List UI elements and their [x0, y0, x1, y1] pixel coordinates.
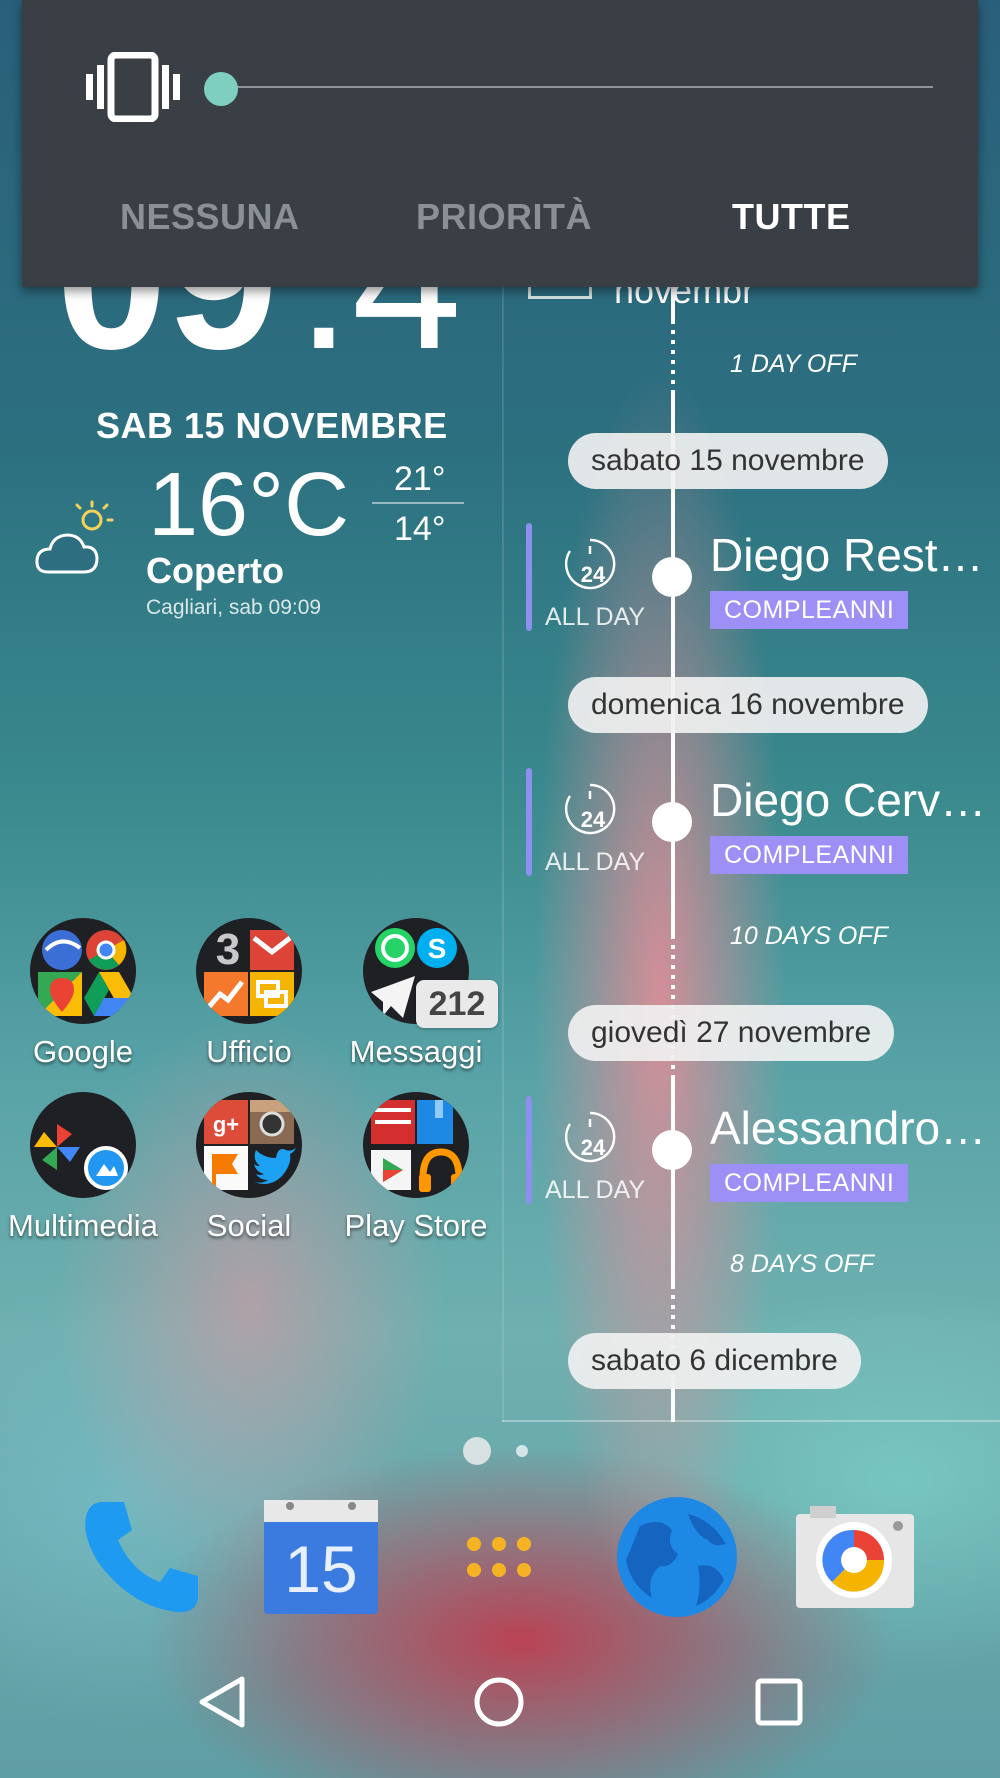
sheets-chart-icon: [204, 972, 248, 1016]
all-day-icon: 24: [564, 538, 616, 590]
volume-panel: NESSUNA PRIORITÀ TUTTE: [22, 0, 978, 287]
folder-google[interactable]: Google: [1, 918, 165, 1070]
event-calendar-tag: COMPLEANNI: [710, 836, 909, 874]
timeline-dot: [652, 802, 692, 842]
back-icon[interactable]: [196, 1675, 250, 1729]
svg-text:S: S: [428, 933, 447, 964]
gmail-icon: [250, 930, 294, 970]
timeline-dot: [652, 1130, 692, 1170]
whatsapp-icon: [375, 928, 415, 968]
volume-slider-track[interactable]: [221, 86, 933, 88]
svg-text:15: 15: [284, 1532, 357, 1606]
mode-all-button[interactable]: TUTTE: [732, 196, 850, 238]
cloudy-sun-icon[interactable]: [34, 498, 116, 578]
event-title[interactable]: Diego Rest…: [710, 528, 990, 582]
folder-label: Messaggi: [349, 1034, 483, 1069]
folder-social[interactable]: g+ Social: [167, 1092, 331, 1244]
event-calendar-tag: COMPLEANNI: [710, 591, 909, 629]
telegram-icon: [371, 976, 415, 1018]
days-off-label: 1 DAY OFF: [730, 350, 857, 378]
svg-text:24: 24: [581, 807, 606, 832]
date-header[interactable]: giovedì 27 novembre: [568, 1005, 895, 1061]
all-day-icon: 24: [564, 783, 616, 835]
play-music-icon: [419, 1148, 463, 1192]
folder-play-store-icon: [363, 1092, 469, 1198]
event-time: ALL DAY: [545, 848, 646, 876]
page-indicator-dot: [516, 1445, 528, 1457]
temperature: 16°C: [148, 455, 350, 555]
instagram-icon: [250, 1100, 294, 1144]
temperature-low: 14°: [394, 510, 446, 548]
earth-icon: [42, 930, 82, 970]
google-plus-icon: g+: [204, 1100, 248, 1144]
folder-ufficio[interactable]: 3 Ufficio: [167, 918, 331, 1070]
svg-text:24: 24: [581, 562, 606, 587]
play-books-icon: [417, 1100, 453, 1144]
date-header[interactable]: sabato 6 dicembre: [568, 1333, 861, 1389]
folder-play-store[interactable]: Play Store: [334, 1092, 498, 1244]
recents-icon[interactable]: [752, 1675, 806, 1729]
svg-text:g+: g+: [213, 1112, 239, 1137]
calendar-divider: [502, 270, 504, 1422]
all-day-icon: 24: [564, 1111, 616, 1163]
app-drawer-icon[interactable]: [438, 1496, 560, 1618]
twitter-icon: [254, 1148, 296, 1184]
play-store-icon: [371, 1150, 411, 1190]
photos-pinwheel-icon: [34, 1124, 80, 1170]
event-title[interactable]: Diego Cervi…: [710, 773, 990, 827]
slides-icon: [250, 972, 294, 1016]
play-movies-icon: [371, 1100, 415, 1144]
vibrate-icon[interactable]: [86, 52, 180, 122]
calendar-widget[interactable]: novembr 1 DAY OFF sabato 15 novembre 24 …: [502, 270, 1000, 1422]
mode-priority-button[interactable]: PRIORITÀ: [416, 196, 592, 238]
drive-icon: [84, 972, 134, 1016]
temperature-high: 21°: [394, 460, 446, 498]
skype-icon: S: [417, 928, 457, 968]
svg-text:24: 24: [581, 1135, 606, 1160]
folder-label: Play Store: [344, 1208, 488, 1243]
folder-google-icon: [30, 918, 136, 1024]
home-icon[interactable]: [472, 1675, 526, 1729]
event-time: ALL DAY: [545, 1176, 646, 1204]
calendar-icon[interactable]: 15: [260, 1496, 382, 1618]
unread-badge: 212: [416, 980, 498, 1028]
maps-icon: [38, 972, 82, 1016]
event-color-bar: [526, 1096, 532, 1204]
event-time: ALL DAY: [545, 603, 646, 631]
folder-multimedia[interactable]: Multimedia: [1, 1092, 165, 1244]
three-app-icon: 3: [216, 925, 240, 970]
page-indicator-current: [463, 1437, 491, 1465]
event-calendar-tag: COMPLEANNI: [710, 1164, 909, 1202]
folder-label: Multimedia: [8, 1208, 158, 1243]
event-color-bar: [526, 768, 532, 876]
folder-social-icon: g+: [196, 1092, 302, 1198]
days-off-label: 10 DAYS OFF: [730, 922, 888, 950]
weather-condition: Coperto: [146, 550, 284, 591]
browser-globe-icon[interactable]: [616, 1496, 738, 1618]
flag-app-icon: [204, 1146, 248, 1190]
volume-slider-thumb[interactable]: [204, 72, 238, 106]
event-color-bar: [526, 523, 532, 631]
chrome-icon: [86, 930, 127, 970]
mode-none-button[interactable]: NESSUNA: [120, 196, 300, 238]
calendar-bottom-border: [502, 1420, 1000, 1422]
timeline-dot: [652, 557, 692, 597]
folder-ufficio-icon: 3: [196, 918, 302, 1024]
date-header[interactable]: sabato 15 novembre: [568, 433, 888, 489]
gallery-search-icon: [84, 1146, 133, 1195]
clock-date[interactable]: SAB 15 NOVEMBRE: [96, 405, 448, 447]
weather-location: Cagliari, sab 09:09: [146, 596, 322, 619]
event-title[interactable]: Alessandro…: [710, 1101, 990, 1155]
days-off-label: 8 DAYS OFF: [730, 1250, 875, 1278]
temperature-divider: [372, 502, 464, 504]
folder-multimedia-icon: [30, 1092, 136, 1198]
folder-label: Social: [206, 1208, 292, 1243]
folder-label: Google: [33, 1034, 133, 1069]
phone-icon[interactable]: [80, 1496, 202, 1618]
folder-label: Ufficio: [206, 1034, 292, 1069]
date-header[interactable]: domenica 16 novembre: [568, 677, 928, 733]
svg-text:3: 3: [216, 925, 240, 970]
camera-icon[interactable]: [792, 1496, 914, 1618]
